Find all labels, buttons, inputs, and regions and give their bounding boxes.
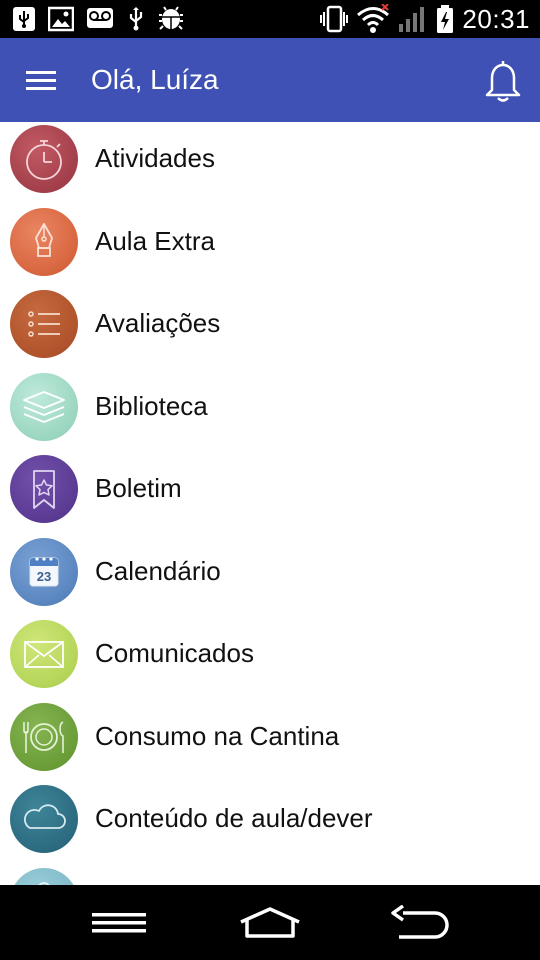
- menu-item-boletim[interactable]: Boletim: [0, 452, 540, 535]
- menu-item-icon-circle: [10, 125, 78, 193]
- status-bar: 20:31: [0, 0, 540, 38]
- menu-item-comunicados[interactable]: Comunicados: [0, 617, 540, 700]
- menu-item-atividades[interactable]: Atividades: [0, 122, 540, 205]
- menu-item-icon-circle: [10, 867, 78, 885]
- list-icon: [28, 311, 60, 337]
- battery-charging-icon: [437, 5, 454, 33]
- notifications-button[interactable]: [480, 56, 526, 104]
- home-button[interactable]: [236, 903, 304, 943]
- menu-item-consumo-na-cantina[interactable]: Consumo na Cantina: [0, 700, 540, 783]
- menu-item-label: Biblioteca: [95, 390, 208, 421]
- menu-item-label: Boletim: [95, 473, 182, 503]
- menu-item-icon-circle: [10, 620, 78, 688]
- bookmark-star-icon: [33, 470, 55, 509]
- stopwatch-icon: [26, 140, 62, 180]
- android-debug-icon: [159, 6, 183, 30]
- hamburger-menu-icon: [26, 71, 56, 90]
- recent-apps-button[interactable]: [88, 903, 150, 943]
- back-icon: [391, 905, 449, 939]
- menu-item-avaliacoes[interactable]: Avaliações: [0, 287, 540, 370]
- image-icon: [48, 6, 74, 32]
- menu-item-icon-circle: [10, 702, 78, 771]
- voicemail-icon: [87, 8, 113, 28]
- menu-item-conteudo-de-aula-dever[interactable]: Conteúdo de aula/dever: [0, 782, 540, 865]
- fountain-pen-icon: [35, 222, 53, 257]
- recent-apps-icon: [92, 913, 146, 933]
- page-title: Olá, Luíza: [91, 64, 219, 95]
- navigation-bar: [0, 885, 540, 960]
- calendar-icon: 23: [29, 556, 59, 586]
- menu-item-icon-circle: [10, 290, 78, 358]
- usb-icon: [13, 7, 35, 31]
- layers-icon: [23, 390, 65, 423]
- menu-item-label: Conteúdo de aula/dever: [95, 803, 373, 833]
- menu-item-label: Consumo na Cantina: [95, 720, 340, 751]
- cloud-icon: [23, 804, 66, 829]
- status-right-icons: 20:31: [320, 4, 530, 34]
- usb-debug-icon: [129, 7, 143, 31]
- menu-item-icon-circle: [10, 207, 78, 276]
- menu-item-partial[interactable]: [0, 865, 540, 885]
- home-icon: [240, 907, 300, 938]
- menu-item-label: Avaliações: [95, 308, 221, 338]
- signal-icon: [399, 7, 425, 32]
- hamburger-menu-button[interactable]: [20, 62, 64, 98]
- calendar-day-number: 23: [37, 569, 51, 584]
- menu-item-icon-circle: [10, 455, 78, 523]
- menu-item-label: Atividades: [95, 143, 215, 173]
- menu-item-biblioteca[interactable]: Biblioteca: [0, 370, 540, 453]
- back-button[interactable]: [388, 903, 454, 943]
- menu-item-icon-circle: 23: [10, 537, 78, 606]
- vibrate-icon: [320, 5, 349, 33]
- app-bar: Olá, Luíza: [0, 38, 540, 122]
- menu-item-aula-extra[interactable]: Aula Extra: [0, 205, 540, 288]
- wifi-icon: [357, 4, 390, 33]
- menu-list: Atividades Aula Extra Avaliações Bibliot…: [0, 122, 540, 885]
- menu-item-icon-circle: [10, 785, 78, 853]
- menu-item-label: Comunicados: [95, 638, 254, 668]
- menu-item-calendario[interactable]: 23 Calendário: [0, 535, 540, 618]
- menu-item-label: Calendário: [95, 555, 221, 586]
- plate-cutlery-icon: [23, 720, 64, 753]
- envelope-icon: [24, 641, 64, 668]
- menu-item-label: Aula Extra: [95, 225, 215, 256]
- status-left-icons: [12, 6, 184, 32]
- menu-item-icon-circle: [10, 372, 78, 441]
- status-time: 20:31: [462, 3, 530, 34]
- bell-icon: [485, 58, 521, 102]
- partial-icon: [38, 881, 50, 885]
